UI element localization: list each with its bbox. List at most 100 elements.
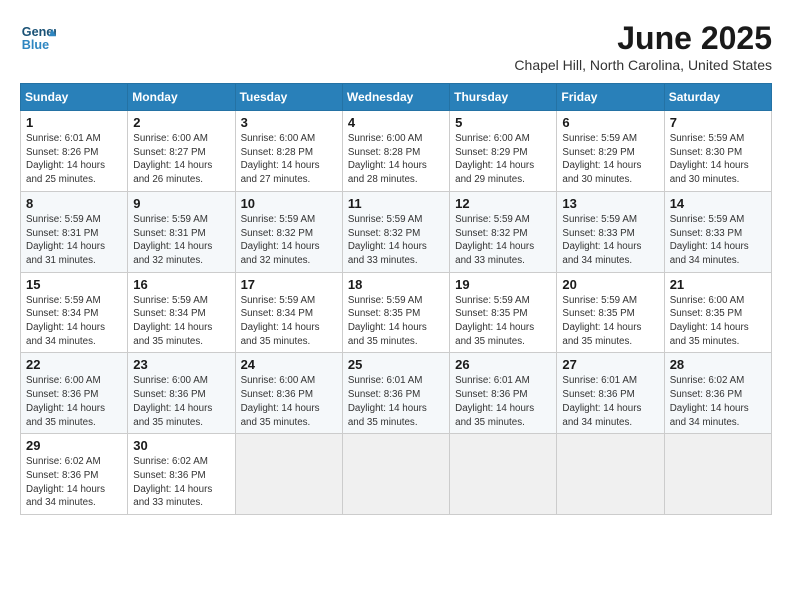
day-detail: Sunrise: 6:00 AMSunset: 8:36 PMDaylight:… [133, 374, 229, 429]
day-number: 16 [133, 277, 229, 292]
calendar-cell: 22 Sunrise: 6:00 AMSunset: 8:36 PMDayligh… [21, 353, 128, 434]
day-detail: Sunrise: 6:01 AMSunset: 8:36 PMDaylight:… [348, 374, 444, 429]
day-number: 17 [241, 277, 337, 292]
day-number: 26 [455, 357, 551, 372]
day-detail: Sunrise: 5:59 AMSunset: 8:32 PMDaylight:… [455, 213, 551, 268]
day-detail: Sunrise: 5:59 AMSunset: 8:32 PMDaylight:… [348, 213, 444, 268]
calendar-week-row: 22 Sunrise: 6:00 AMSunset: 8:36 PMDayligh… [21, 353, 772, 434]
day-detail: Sunrise: 6:02 AMSunset: 8:36 PMDaylight:… [26, 455, 122, 510]
calendar-cell: 3 Sunrise: 6:00 AMSunset: 8:28 PMDaylight… [235, 111, 342, 192]
day-detail: Sunrise: 6:01 AMSunset: 8:26 PMDaylight:… [26, 132, 122, 187]
calendar-cell: 5 Sunrise: 6:00 AMSunset: 8:29 PMDaylight… [450, 111, 557, 192]
weekday-header: Saturday [664, 84, 771, 111]
day-number: 15 [26, 277, 122, 292]
day-detail: Sunrise: 6:01 AMSunset: 8:36 PMDaylight:… [455, 374, 551, 429]
day-number: 2 [133, 115, 229, 130]
day-detail: Sunrise: 6:01 AMSunset: 8:36 PMDaylight:… [562, 374, 658, 429]
day-detail: Sunrise: 5:59 AMSunset: 8:32 PMDaylight:… [241, 213, 337, 268]
day-detail: Sunrise: 5:59 AMSunset: 8:35 PMDaylight:… [562, 294, 658, 349]
month-title: June 2025 [514, 20, 772, 57]
day-detail: Sunrise: 6:00 AMSunset: 8:36 PMDaylight:… [241, 374, 337, 429]
day-number: 27 [562, 357, 658, 372]
calendar-cell: 26 Sunrise: 6:01 AMSunset: 8:36 PMDayligh… [450, 353, 557, 434]
calendar-cell: 23 Sunrise: 6:00 AMSunset: 8:36 PMDayligh… [128, 353, 235, 434]
day-detail: Sunrise: 5:59 AMSunset: 8:31 PMDaylight:… [133, 213, 229, 268]
day-number: 4 [348, 115, 444, 130]
calendar-cell: 9 Sunrise: 5:59 AMSunset: 8:31 PMDaylight… [128, 191, 235, 272]
day-number: 3 [241, 115, 337, 130]
calendar-cell: 20 Sunrise: 5:59 AMSunset: 8:35 PMDayligh… [557, 272, 664, 353]
calendar-cell [342, 434, 449, 515]
day-detail: Sunrise: 5:59 AMSunset: 8:30 PMDaylight:… [670, 132, 766, 187]
day-detail: Sunrise: 5:59 AMSunset: 8:29 PMDaylight:… [562, 132, 658, 187]
weekday-header: Sunday [21, 84, 128, 111]
calendar-cell: 4Sunrise: 6:00 AMSunset: 8:28 PMDaylight… [342, 111, 449, 192]
day-detail: Sunrise: 6:00 AMSunset: 8:35 PMDaylight:… [670, 294, 766, 349]
calendar-cell: 16Sunrise: 5:59 AMSunset: 8:34 PMDayligh… [128, 272, 235, 353]
day-number: 11 [348, 196, 444, 211]
calendar: SundayMondayTuesdayWednesdayThursdayFrid… [20, 83, 772, 515]
calendar-week-row: 29 Sunrise: 6:02 AMSunset: 8:36 PMDayligh… [21, 434, 772, 515]
day-detail: Sunrise: 5:59 AMSunset: 8:35 PMDaylight:… [455, 294, 551, 349]
day-detail: Sunrise: 6:02 AMSunset: 8:36 PMDaylight:… [670, 374, 766, 429]
day-number: 30 [133, 438, 229, 453]
day-number: 1 [26, 115, 122, 130]
day-number: 19 [455, 277, 551, 292]
day-number: 23 [133, 357, 229, 372]
weekday-header: Monday [128, 84, 235, 111]
calendar-cell: 1 Sunrise: 6:01 AMSunset: 8:26 PMDaylight… [21, 111, 128, 192]
weekday-header: Tuesday [235, 84, 342, 111]
day-number: 22 [26, 357, 122, 372]
day-detail: Sunrise: 6:02 AMSunset: 8:36 PMDaylight:… [133, 455, 229, 510]
calendar-cell: 13 Sunrise: 5:59 AMSunset: 8:33 PMDayligh… [557, 191, 664, 272]
day-number: 13 [562, 196, 658, 211]
calendar-cell: 17 Sunrise: 5:59 AMSunset: 8:34 PMDayligh… [235, 272, 342, 353]
calendar-cell: 15 Sunrise: 5:59 AMSunset: 8:34 PMDayligh… [21, 272, 128, 353]
calendar-cell: 18Sunrise: 5:59 AMSunset: 8:35 PMDayligh… [342, 272, 449, 353]
calendar-week-row: 15 Sunrise: 5:59 AMSunset: 8:34 PMDayligh… [21, 272, 772, 353]
calendar-cell: 6 Sunrise: 5:59 AMSunset: 8:29 PMDaylight… [557, 111, 664, 192]
calendar-cell: 24 Sunrise: 6:00 AMSunset: 8:36 PMDayligh… [235, 353, 342, 434]
weekday-header-row: SundayMondayTuesdayWednesdayThursdayFrid… [21, 84, 772, 111]
day-detail: Sunrise: 5:59 AMSunset: 8:31 PMDaylight:… [26, 213, 122, 268]
day-number: 9 [133, 196, 229, 211]
calendar-cell: 29 Sunrise: 6:02 AMSunset: 8:36 PMDayligh… [21, 434, 128, 515]
day-detail: Sunrise: 6:00 AMSunset: 8:29 PMDaylight:… [455, 132, 551, 187]
calendar-cell: 7Sunrise: 5:59 AMSunset: 8:30 PMDaylight… [664, 111, 771, 192]
day-number: 29 [26, 438, 122, 453]
day-detail: Sunrise: 5:59 AMSunset: 8:35 PMDaylight:… [348, 294, 444, 349]
calendar-cell [235, 434, 342, 515]
logo: General Blue [20, 20, 56, 56]
calendar-cell: 2 Sunrise: 6:00 AMSunset: 8:27 PMDaylight… [128, 111, 235, 192]
day-number: 25 [348, 357, 444, 372]
weekday-header: Friday [557, 84, 664, 111]
calendar-cell: 14Sunrise: 5:59 AMSunset: 8:33 PMDayligh… [664, 191, 771, 272]
calendar-cell [557, 434, 664, 515]
day-detail: Sunrise: 6:00 AMSunset: 8:27 PMDaylight:… [133, 132, 229, 187]
location-title: Chapel Hill, North Carolina, United Stat… [514, 57, 772, 73]
day-number: 10 [241, 196, 337, 211]
weekday-header: Wednesday [342, 84, 449, 111]
day-number: 24 [241, 357, 337, 372]
day-detail: Sunrise: 5:59 AMSunset: 8:34 PMDaylight:… [241, 294, 337, 349]
calendar-cell: 11 Sunrise: 5:59 AMSunset: 8:32 PMDayligh… [342, 191, 449, 272]
calendar-cell [450, 434, 557, 515]
calendar-week-row: 1 Sunrise: 6:01 AMSunset: 8:26 PMDaylight… [21, 111, 772, 192]
day-number: 20 [562, 277, 658, 292]
day-detail: Sunrise: 6:00 AMSunset: 8:28 PMDaylight:… [241, 132, 337, 187]
calendar-cell: 27 Sunrise: 6:01 AMSunset: 8:36 PMDayligh… [557, 353, 664, 434]
calendar-cell: 10 Sunrise: 5:59 AMSunset: 8:32 PMDayligh… [235, 191, 342, 272]
day-detail: Sunrise: 5:59 AMSunset: 8:34 PMDaylight:… [26, 294, 122, 349]
day-number: 21 [670, 277, 766, 292]
day-number: 6 [562, 115, 658, 130]
logo-icon: General Blue [20, 20, 56, 56]
day-number: 12 [455, 196, 551, 211]
calendar-cell: 19 Sunrise: 5:59 AMSunset: 8:35 PMDayligh… [450, 272, 557, 353]
header: General Blue June 2025 Chapel Hill, Nort… [20, 20, 772, 73]
day-number: 5 [455, 115, 551, 130]
svg-text:Blue: Blue [22, 38, 49, 52]
day-detail: Sunrise: 5:59 AMSunset: 8:33 PMDaylight:… [562, 213, 658, 268]
calendar-cell: 12 Sunrise: 5:59 AMSunset: 8:32 PMDayligh… [450, 191, 557, 272]
day-detail: Sunrise: 6:00 AMSunset: 8:36 PMDaylight:… [26, 374, 122, 429]
title-area: June 2025 Chapel Hill, North Carolina, U… [514, 20, 772, 73]
